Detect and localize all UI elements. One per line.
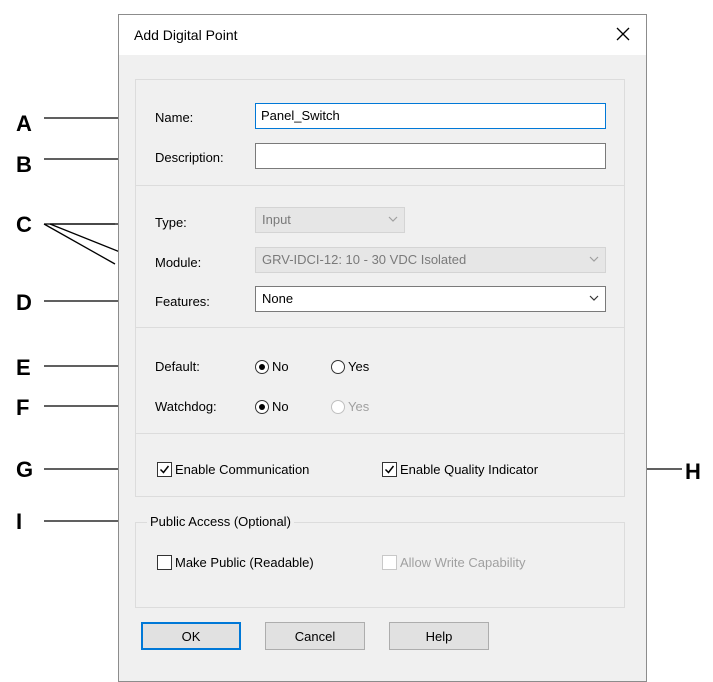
chevron-down-icon: [589, 295, 599, 301]
default-no-label: No: [272, 359, 289, 374]
enable-quality-indicator-label: Enable Quality Indicator: [400, 462, 539, 477]
type-value: Input: [262, 212, 291, 227]
allow-write-checkbox[interactable]: Allow Write Capability: [382, 555, 525, 570]
type-select[interactable]: Input: [255, 207, 405, 233]
type-label: Type:: [155, 215, 187, 230]
checkbox-checked-icon: [157, 462, 172, 477]
chevron-down-icon: [589, 256, 599, 262]
ok-button[interactable]: OK: [141, 622, 241, 650]
allow-write-label: Allow Write Capability: [400, 555, 526, 570]
radio-checked-icon: [255, 359, 269, 374]
close-button[interactable]: [600, 15, 646, 53]
watchdog-no-radio[interactable]: No: [255, 399, 289, 414]
close-icon: [616, 27, 630, 41]
module-label: Module:: [155, 255, 202, 270]
watchdog-yes-label: Yes: [348, 399, 370, 414]
title-bar: Add Digital Point: [119, 15, 646, 55]
features-select[interactable]: None: [255, 286, 606, 312]
default-yes-radio[interactable]: Yes: [331, 359, 369, 374]
chevron-down-icon: [388, 216, 398, 222]
module-value: GRV-IDCI-12: 10 - 30 VDC Isolated: [262, 252, 467, 267]
annotation-d: D: [16, 290, 32, 315]
annotation-f: F: [16, 395, 30, 420]
cancel-button[interactable]: Cancel: [265, 622, 365, 650]
name-field[interactable]: Panel_Switch: [255, 103, 606, 129]
enable-communication-checkbox[interactable]: Enable Communication: [157, 462, 309, 477]
enable-quality-indicator-checkbox[interactable]: Enable Quality Indicator: [382, 462, 538, 477]
features-label: Features:: [155, 294, 210, 309]
annotation-b: B: [16, 152, 32, 177]
radio-unchecked-icon: [331, 399, 345, 414]
add-digital-point-dialog: Add Digital Point Name: Panel_Switch Des…: [118, 14, 647, 682]
checkbox-unchecked-icon: [382, 555, 397, 570]
description-field[interactable]: [255, 143, 606, 169]
help-button[interactable]: Help: [389, 622, 489, 650]
public-access-title: Public Access (Optional): [147, 514, 294, 529]
make-public-label: Make Public (Readable): [175, 555, 314, 570]
default-label: Default:: [155, 359, 200, 374]
radio-checked-icon: [255, 399, 269, 414]
radio-unchecked-icon: [331, 359, 345, 374]
enable-communication-label: Enable Communication: [175, 462, 310, 477]
dialog-title: Add Digital Point: [134, 27, 238, 43]
module-select[interactable]: GRV-IDCI-12: 10 - 30 VDC Isolated: [255, 247, 606, 273]
annotation-h: H: [685, 459, 701, 484]
section-separator: [136, 185, 624, 186]
section-separator: [136, 327, 624, 328]
annotation-a: A: [16, 111, 32, 136]
annotation-g: G: [16, 457, 34, 482]
checkbox-checked-icon: [382, 462, 397, 477]
features-value: None: [262, 291, 294, 306]
section-separator: [136, 433, 624, 434]
watchdog-label: Watchdog:: [155, 399, 217, 414]
watchdog-yes-radio[interactable]: Yes: [331, 399, 369, 414]
annotation-i: I: [16, 509, 23, 534]
name-label: Name:: [155, 110, 194, 125]
default-yes-label: Yes: [348, 359, 370, 374]
make-public-checkbox[interactable]: Make Public (Readable): [157, 555, 314, 570]
description-label: Description:: [155, 150, 224, 165]
default-no-radio[interactable]: No: [255, 359, 289, 374]
watchdog-no-label: No: [272, 399, 289, 414]
annotation-e: E: [16, 355, 31, 380]
annotation-c: C: [16, 212, 32, 237]
checkbox-unchecked-icon: [157, 555, 172, 570]
